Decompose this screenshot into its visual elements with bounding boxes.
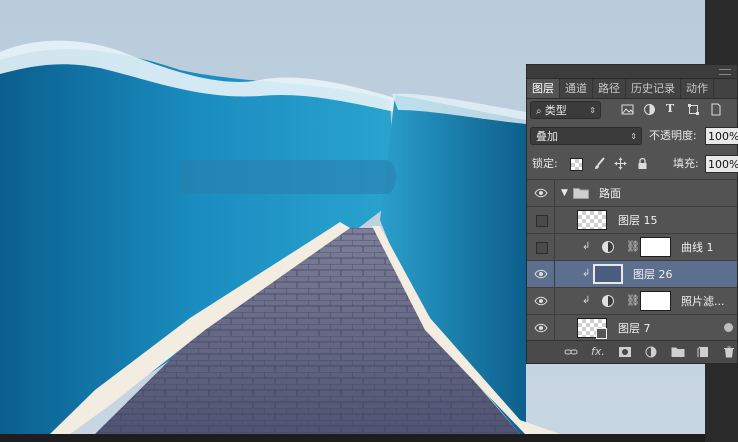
fill-label: 填充: (673, 157, 699, 170)
opacity-field[interactable]: 100% (705, 127, 738, 145)
adjustment-layer-icon (602, 295, 614, 307)
tab-layers[interactable]: 图层 (527, 79, 560, 98)
opacity-label: 不透明度: (649, 129, 697, 142)
row-divider (554, 315, 555, 342)
eye-icon[interactable] (534, 268, 548, 280)
filter-smart-object-icon[interactable] (709, 103, 722, 116)
chevron-updown-icon: ⇕ (630, 132, 637, 141)
layer-filter-dropdown[interactable]: ⌕ 类型 ⇕ (530, 101, 601, 119)
delete-layer-icon[interactable] (722, 346, 736, 358)
visibility-toggle[interactable] (536, 215, 548, 227)
row-divider (554, 261, 555, 288)
filter-type-icon[interactable]: T (666, 100, 674, 118)
clipping-mask-icon: ↲ (582, 268, 591, 279)
workspace-bottom-edge (0, 434, 705, 442)
new-layer-icon[interactable] (697, 346, 711, 358)
layer-row[interactable]: 图层 15 (527, 206, 737, 234)
blend-mode-dropdown[interactable]: 叠加 ⇕ (530, 127, 642, 145)
fill-field[interactable]: 100% (705, 155, 738, 173)
link-icon[interactable]: ⛓ (626, 240, 640, 253)
layer-row-group[interactable]: ▼ 路面 (527, 179, 737, 207)
layer-mask-thumbnail[interactable] (640, 237, 671, 257)
layer-row[interactable]: 图层 7 (527, 314, 737, 342)
folder-icon (573, 188, 589, 199)
row-divider (554, 180, 555, 207)
filter-shape-icon[interactable] (687, 103, 700, 116)
lock-transparent-icon[interactable] (570, 158, 583, 171)
clipping-mask-icon: ↲ (582, 295, 591, 306)
eye-icon[interactable] (534, 295, 548, 307)
layer-row-selected[interactable]: ↲ 图层 26 (527, 260, 737, 288)
layer-thumbnail (577, 210, 607, 230)
clipping-mask-icon: ↲ (582, 241, 591, 252)
layer-name: 图层 7 (618, 322, 651, 335)
triangle-down-icon[interactable]: ▼ (561, 184, 568, 202)
layer-name: 图层 15 (618, 214, 658, 227)
chevron-updown-icon: ⇕ (589, 106, 596, 115)
layers-panel: 图层 通道 路径 历史记录 动作 ⌕ 类型 ⇕ T 叠加 ⇕ 不透明度: 100… (526, 64, 738, 364)
lock-all-icon[interactable] (636, 157, 649, 170)
eye-icon[interactable] (534, 322, 548, 334)
lock-move-icon[interactable] (614, 157, 627, 170)
layer-effects-icon[interactable] (724, 323, 733, 332)
new-group-icon[interactable] (671, 346, 685, 358)
blend-mode-value: 叠加 (536, 130, 558, 143)
panel-tabs: 图层 通道 路径 历史记录 动作 (527, 79, 737, 99)
lock-label: 锁定: (532, 157, 558, 170)
visibility-toggle[interactable] (536, 242, 548, 254)
tab-actions[interactable]: 动作 (681, 79, 714, 98)
layer-mask-thumbnail[interactable] (640, 291, 671, 311)
tab-paths[interactable]: 路径 (593, 79, 626, 98)
fx-icon[interactable]: fx. (591, 342, 605, 362)
layer-thumbnail (593, 264, 623, 284)
layer-name: 曲线 1 (681, 241, 714, 254)
panel-title-bar[interactable] (527, 65, 737, 79)
tab-channels[interactable]: 通道 (560, 79, 593, 98)
filter-value: 类型 (544, 104, 567, 117)
eye-icon[interactable] (534, 187, 548, 199)
panel-footer: fx. (527, 340, 737, 363)
filter-pixel-icon[interactable] (621, 103, 634, 116)
link-icon[interactable]: ⛓ (626, 294, 640, 307)
layer-name: 照片滤... (681, 295, 725, 308)
search-icon: ⌕ (536, 106, 545, 117)
row-divider (554, 288, 555, 315)
add-mask-icon[interactable] (618, 346, 632, 358)
smart-object-icon (596, 328, 607, 339)
row-divider (554, 234, 555, 261)
filter-adjustment-icon[interactable] (643, 103, 656, 116)
adjustment-layer-icon (602, 241, 614, 253)
link-layers-icon[interactable] (564, 346, 578, 358)
new-adjustment-icon[interactable] (644, 346, 658, 358)
tab-history[interactable]: 历史记录 (626, 79, 681, 98)
layer-row[interactable]: ↲ ⛓ 照片滤... (527, 287, 737, 315)
row-divider (554, 207, 555, 234)
layer-name: 路面 (599, 187, 621, 200)
lock-brush-icon[interactable] (593, 157, 606, 170)
panel-menu-icon[interactable] (719, 69, 731, 75)
layer-name: 图层 26 (633, 268, 673, 281)
layer-row[interactable]: ↲ ⛓ 曲线 1 (527, 233, 737, 261)
